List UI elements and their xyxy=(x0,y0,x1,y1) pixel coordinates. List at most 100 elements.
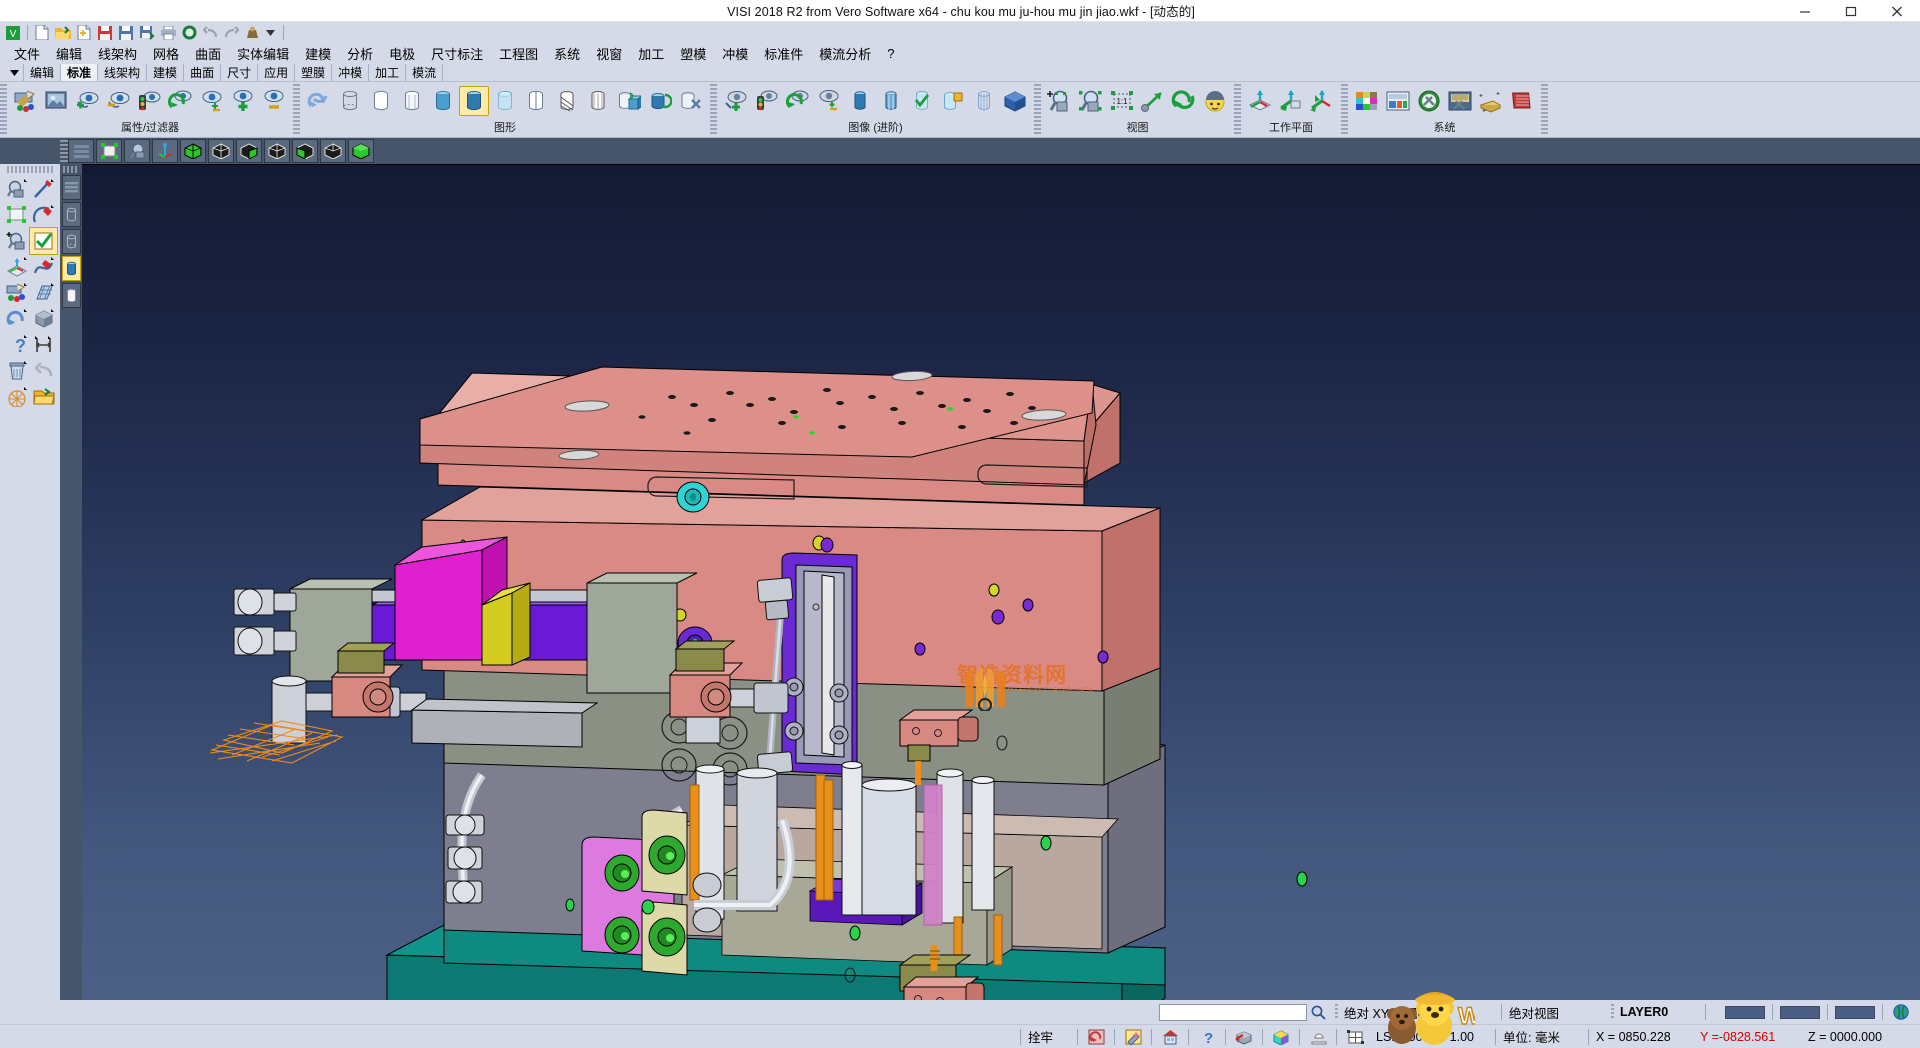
solid-cube-icon[interactable] xyxy=(30,306,57,332)
minimize-button[interactable] xyxy=(1782,0,1828,22)
draw-arc-icon[interactable] xyxy=(30,202,57,228)
menu-item-7[interactable]: 分析 xyxy=(339,42,381,65)
view-toolbar-handle[interactable] xyxy=(60,140,68,162)
show-entity-icon[interactable] xyxy=(73,86,103,116)
view-wire-front-icon[interactable] xyxy=(208,139,234,163)
menu-item-15[interactable]: 冲模 xyxy=(714,42,756,65)
menu-item-10[interactable]: 工程图 xyxy=(491,42,546,65)
cyl-blank-icon[interactable] xyxy=(62,283,81,308)
view-top-icon[interactable] xyxy=(292,139,318,163)
new-file-icon[interactable] xyxy=(32,24,52,42)
tab-surface[interactable]: 曲面 xyxy=(184,64,221,81)
adv-cyl-stripe-icon[interactable] xyxy=(876,86,906,116)
snap-grid-icon[interactable] xyxy=(1344,1027,1366,1047)
macro-icon[interactable] xyxy=(1476,86,1506,116)
tab-standard[interactable]: 标准 xyxy=(61,64,98,81)
adv-cyl-check-icon[interactable] xyxy=(907,86,937,116)
snap-home-icon[interactable] xyxy=(1159,1027,1181,1047)
solid-hatch-icon[interactable] xyxy=(552,86,582,116)
save-as-icon[interactable] xyxy=(116,24,136,42)
search-input[interactable] xyxy=(1159,1004,1307,1021)
adv-cyl-wire-icon[interactable] xyxy=(969,86,999,116)
color-palette-icon[interactable] xyxy=(1352,86,1382,116)
adv-traffic-icon[interactable] xyxy=(752,86,782,116)
adv-cube-solid-icon[interactable] xyxy=(1000,86,1030,116)
solid-transparent-icon[interactable] xyxy=(490,86,520,116)
help-icon[interactable]: ? xyxy=(3,332,30,358)
menu-item-8[interactable]: 电极 xyxy=(381,42,423,65)
undo-icon[interactable] xyxy=(30,358,57,384)
regenerate-icon[interactable] xyxy=(304,86,334,116)
view-front-icon[interactable] xyxy=(236,139,262,163)
cyl-wire-1-icon[interactable] xyxy=(62,202,81,227)
ribbon-group-handle[interactable] xyxy=(0,84,7,135)
preview-icon[interactable] xyxy=(179,24,199,42)
check-enabled-icon[interactable] xyxy=(30,228,57,254)
measure-icon[interactable] xyxy=(30,332,57,358)
chevron-down-icon[interactable] xyxy=(6,64,24,81)
menu-item-2[interactable]: 线架构 xyxy=(90,42,145,65)
zoom-window-icon[interactable] xyxy=(1076,86,1106,116)
cad-viewport[interactable]: Z Y X 智造资料网 INTE xyxy=(82,164,1920,1024)
snap-magic-icon[interactable] xyxy=(1122,1027,1144,1047)
menu-item-11[interactable]: 系统 xyxy=(546,42,588,65)
color-swatch-2[interactable] xyxy=(1780,1006,1820,1019)
view-wire-right-icon[interactable] xyxy=(320,139,346,163)
view-iso-icon[interactable] xyxy=(180,139,206,163)
adv-cyl-box-icon[interactable] xyxy=(938,86,968,116)
solid-edit-color-icon[interactable] xyxy=(645,86,675,116)
solid-mesh-icon[interactable] xyxy=(583,86,613,116)
image-properties-icon[interactable] xyxy=(42,86,72,116)
axis-icon[interactable] xyxy=(152,139,178,163)
snap-hat-icon[interactable] xyxy=(1307,1027,1329,1047)
color-swatch-3[interactable] xyxy=(1835,1006,1875,1019)
solid-shaded-icon[interactable] xyxy=(428,86,458,116)
menu-item-12[interactable]: 视窗 xyxy=(588,42,630,65)
shading-eye-icon[interactable] xyxy=(1200,86,1230,116)
close-button[interactable] xyxy=(1874,0,1920,22)
solid-wireframe-icon[interactable] xyxy=(335,86,365,116)
settings-icon[interactable] xyxy=(242,24,262,42)
tools-icon[interactable] xyxy=(1414,86,1444,116)
vbar-handle[interactable] xyxy=(63,166,79,173)
wp-define-icon[interactable] xyxy=(1245,86,1275,116)
zoom-dynamic-icon[interactable] xyxy=(124,139,150,163)
maximize-button[interactable] xyxy=(1828,0,1874,22)
cyl-solid-icon[interactable] xyxy=(62,256,81,281)
solid-render-icon[interactable] xyxy=(459,86,489,116)
menu-item-17[interactable]: 模流分析 xyxy=(811,42,879,65)
menu-item-14[interactable]: 塑模 xyxy=(672,42,714,65)
toggle-visibility-icon[interactable] xyxy=(197,86,227,116)
remove-entity-icon[interactable] xyxy=(259,86,289,116)
palette-icon[interactable] xyxy=(3,280,30,306)
menu-item-9[interactable]: 尺寸标注 xyxy=(423,42,491,65)
solid-shaded-line-icon[interactable] xyxy=(397,86,427,116)
menu-item-5[interactable]: 实体编辑 xyxy=(229,42,297,65)
save-all-icon[interactable] xyxy=(137,24,157,42)
view-right-icon[interactable] xyxy=(348,139,374,163)
adv-refresh-icon[interactable] xyxy=(783,86,813,116)
paint-properties-icon[interactable] xyxy=(11,86,41,116)
tab-wireframe[interactable]: 线架构 xyxy=(98,64,147,81)
import-icon[interactable] xyxy=(74,24,94,42)
adv-cyl-blue-icon[interactable] xyxy=(845,86,875,116)
refresh-view-icon[interactable] xyxy=(166,86,196,116)
rotate-view-icon[interactable] xyxy=(1169,86,1199,116)
solid-hidden-icon[interactable] xyxy=(366,86,396,116)
solid-color-icon[interactable] xyxy=(614,86,644,116)
menu-item-13[interactable]: 加工 xyxy=(630,42,672,65)
menu-item-6[interactable]: 建模 xyxy=(297,42,339,65)
mesh-icon[interactable] xyxy=(3,384,30,410)
search-icon[interactable] xyxy=(1307,1002,1329,1022)
fit-screen-icon[interactable] xyxy=(96,139,122,163)
draw-line-icon[interactable] xyxy=(30,176,57,202)
add-entity-icon[interactable] xyxy=(228,86,258,116)
menu-item-4[interactable]: 曲面 xyxy=(187,42,229,65)
tab-progress-die[interactable]: 冲模 xyxy=(332,64,369,81)
fit-selection-icon[interactable] xyxy=(3,202,30,228)
overflow-chevron-icon[interactable] xyxy=(263,24,277,42)
snap-toggle-icon[interactable] xyxy=(1085,1027,1107,1047)
wp-align-icon[interactable] xyxy=(1276,86,1306,116)
redo-icon[interactable] xyxy=(221,24,241,42)
globe-icon[interactable] xyxy=(1890,1002,1912,1022)
